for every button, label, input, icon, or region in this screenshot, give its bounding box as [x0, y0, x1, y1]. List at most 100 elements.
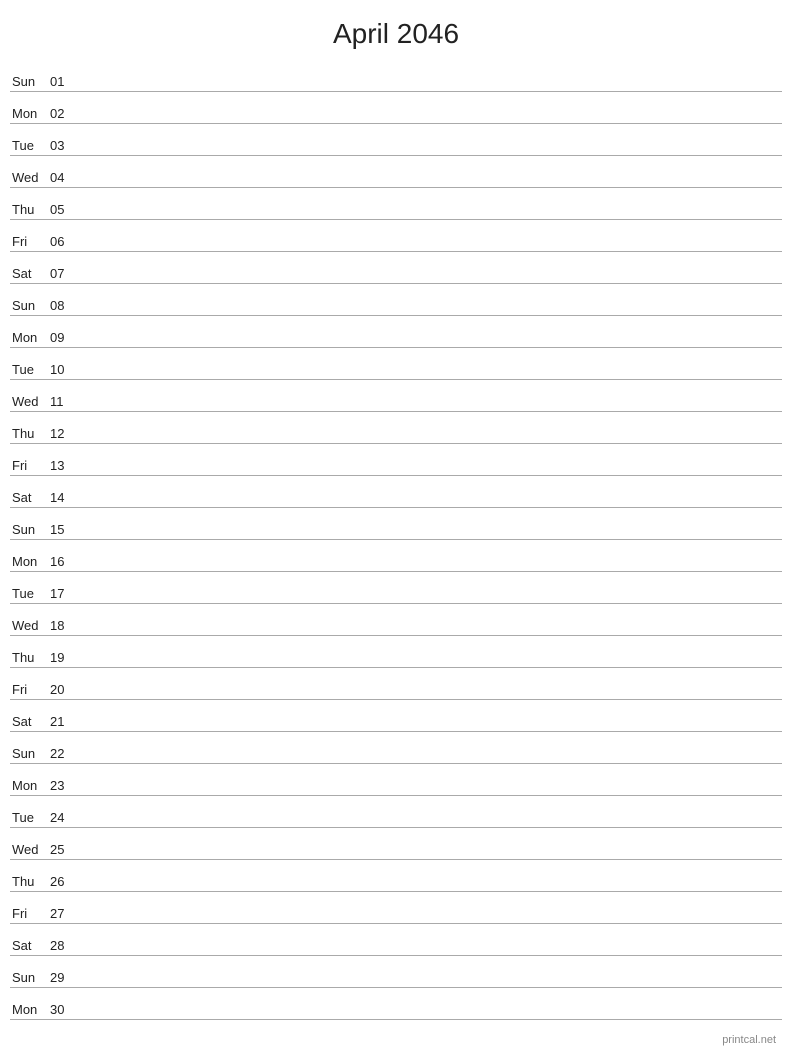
day-line	[80, 920, 782, 921]
day-name: Fri	[10, 234, 50, 249]
day-name: Sat	[10, 714, 50, 729]
day-number: 04	[50, 170, 80, 185]
table-row: Mon02	[10, 92, 782, 124]
day-number: 07	[50, 266, 80, 281]
day-name: Wed	[10, 394, 50, 409]
day-number: 23	[50, 778, 80, 793]
table-row: Wed04	[10, 156, 782, 188]
day-line	[80, 664, 782, 665]
day-name: Tue	[10, 586, 50, 601]
day-number: 18	[50, 618, 80, 633]
day-number: 24	[50, 810, 80, 825]
day-name: Sun	[10, 298, 50, 313]
table-row: Fri06	[10, 220, 782, 252]
day-name: Sun	[10, 74, 50, 89]
day-name: Mon	[10, 330, 50, 345]
day-number: 16	[50, 554, 80, 569]
day-line	[80, 376, 782, 377]
day-name: Sat	[10, 266, 50, 281]
day-line	[80, 88, 782, 89]
table-row: Sat14	[10, 476, 782, 508]
day-name: Tue	[10, 138, 50, 153]
day-number: 08	[50, 298, 80, 313]
day-line	[80, 632, 782, 633]
table-row: Sat07	[10, 252, 782, 284]
day-line	[80, 728, 782, 729]
day-line	[80, 280, 782, 281]
day-number: 10	[50, 362, 80, 377]
day-number: 30	[50, 1002, 80, 1017]
table-row: Tue17	[10, 572, 782, 604]
day-line	[80, 216, 782, 217]
day-number: 14	[50, 490, 80, 505]
day-number: 29	[50, 970, 80, 985]
table-row: Tue24	[10, 796, 782, 828]
day-name: Sun	[10, 522, 50, 537]
day-number: 09	[50, 330, 80, 345]
day-line	[80, 504, 782, 505]
table-row: Thu26	[10, 860, 782, 892]
day-line	[80, 184, 782, 185]
day-number: 15	[50, 522, 80, 537]
day-line	[80, 120, 782, 121]
day-name: Sun	[10, 746, 50, 761]
day-line	[80, 952, 782, 953]
calendar-grid: Sun01Mon02Tue03Wed04Thu05Fri06Sat07Sun08…	[0, 60, 792, 1020]
table-row: Mon30	[10, 988, 782, 1020]
day-line	[80, 536, 782, 537]
day-number: 06	[50, 234, 80, 249]
day-number: 21	[50, 714, 80, 729]
day-name: Thu	[10, 874, 50, 889]
table-row: Thu05	[10, 188, 782, 220]
day-line	[80, 696, 782, 697]
day-number: 13	[50, 458, 80, 473]
day-name: Fri	[10, 458, 50, 473]
day-name: Thu	[10, 426, 50, 441]
day-line	[80, 792, 782, 793]
day-name: Sat	[10, 490, 50, 505]
page-title: April 2046	[0, 0, 792, 60]
day-line	[80, 344, 782, 345]
table-row: Sun01	[10, 60, 782, 92]
day-line	[80, 440, 782, 441]
day-line	[80, 568, 782, 569]
day-line	[80, 760, 782, 761]
day-name: Thu	[10, 202, 50, 217]
day-line	[80, 856, 782, 857]
day-line	[80, 1016, 782, 1017]
table-row: Tue10	[10, 348, 782, 380]
table-row: Mon09	[10, 316, 782, 348]
table-row: Mon16	[10, 540, 782, 572]
day-number: 11	[50, 394, 80, 409]
table-row: Sun15	[10, 508, 782, 540]
table-row: Fri27	[10, 892, 782, 924]
table-row: Sun29	[10, 956, 782, 988]
day-name: Fri	[10, 682, 50, 697]
day-number: 27	[50, 906, 80, 921]
day-name: Mon	[10, 554, 50, 569]
day-name: Sat	[10, 938, 50, 953]
table-row: Sun08	[10, 284, 782, 316]
day-name: Tue	[10, 810, 50, 825]
day-name: Fri	[10, 906, 50, 921]
day-line	[80, 888, 782, 889]
table-row: Fri20	[10, 668, 782, 700]
table-row: Sun22	[10, 732, 782, 764]
day-line	[80, 312, 782, 313]
day-line	[80, 984, 782, 985]
table-row: Wed25	[10, 828, 782, 860]
day-line	[80, 472, 782, 473]
table-row: Mon23	[10, 764, 782, 796]
day-number: 19	[50, 650, 80, 665]
day-number: 22	[50, 746, 80, 761]
day-number: 03	[50, 138, 80, 153]
footer-text: printcal.net	[722, 1034, 776, 1046]
day-name: Mon	[10, 106, 50, 121]
table-row: Wed18	[10, 604, 782, 636]
day-line	[80, 600, 782, 601]
day-number: 28	[50, 938, 80, 953]
table-row: Thu12	[10, 412, 782, 444]
day-name: Wed	[10, 842, 50, 857]
table-row: Thu19	[10, 636, 782, 668]
table-row: Sat28	[10, 924, 782, 956]
